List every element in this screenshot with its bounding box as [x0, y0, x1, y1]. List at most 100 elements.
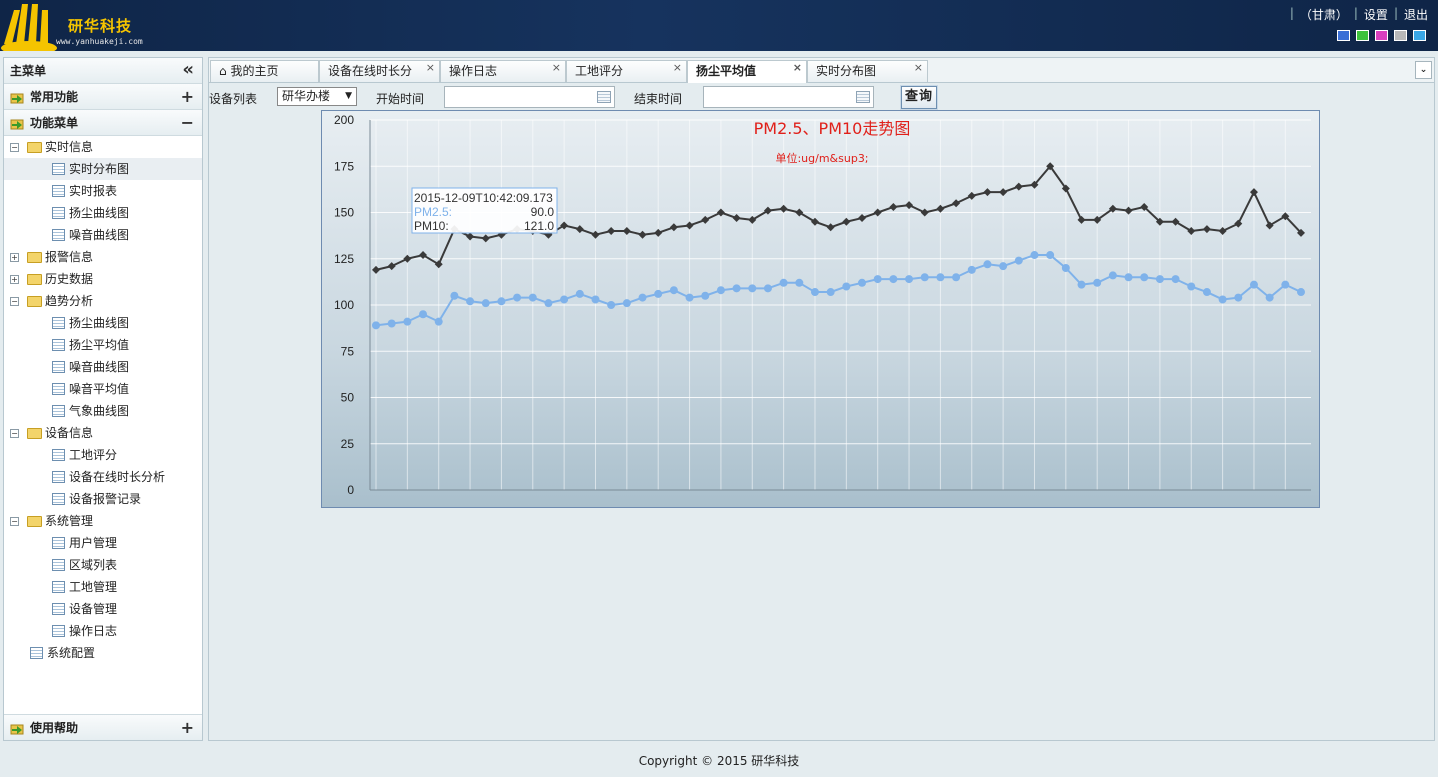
- data-point-pm25[interactable]: [481, 299, 490, 308]
- data-point-pm25[interactable]: [716, 286, 725, 295]
- data-point-pm25[interactable]: [936, 273, 945, 282]
- data-point-pm10[interactable]: [575, 225, 584, 234]
- tree-item[interactable]: 扬尘曲线图: [52, 312, 129, 334]
- data-point-pm10[interactable]: [387, 262, 396, 271]
- data-point-pm25[interactable]: [1187, 282, 1196, 291]
- calendar-icon[interactable]: [597, 91, 611, 103]
- section-functions[interactable]: 功能菜单 −: [4, 110, 202, 136]
- data-point-pm25[interactable]: [952, 273, 961, 282]
- data-point-pm25[interactable]: [1124, 273, 1133, 282]
- tab-6[interactable]: 实时分布图 ×: [807, 60, 928, 82]
- tree-collapse-icon[interactable]: −: [10, 296, 19, 306]
- data-point-pm10[interactable]: [999, 188, 1008, 197]
- tab-2[interactable]: 设备在线时长分 ×: [319, 60, 440, 82]
- tree-expand-icon[interactable]: +: [10, 274, 19, 284]
- region-link[interactable]: （甘肃）: [1300, 6, 1348, 23]
- tab-5[interactable]: 扬尘平均值 ×: [687, 60, 807, 83]
- data-point-pm25[interactable]: [513, 293, 522, 302]
- close-tab-icon[interactable]: ×: [793, 58, 802, 78]
- data-point-pm10[interactable]: [905, 201, 914, 210]
- tab-list-menu-button[interactable]: ⌄: [1415, 61, 1432, 79]
- calendar-icon[interactable]: [856, 91, 870, 103]
- data-point-pm25[interactable]: [1234, 293, 1243, 302]
- data-point-pm25[interactable]: [387, 319, 396, 328]
- data-point-pm25[interactable]: [967, 265, 976, 274]
- data-point-pm25[interactable]: [732, 284, 741, 293]
- tree-item[interactable]: 噪音曲线图: [52, 224, 129, 246]
- data-point-pm10[interactable]: [858, 214, 867, 223]
- data-point-pm10[interactable]: [403, 254, 412, 263]
- data-point-pm25[interactable]: [795, 278, 804, 287]
- data-point-pm10[interactable]: [779, 204, 788, 213]
- section-common[interactable]: 常用功能 +: [4, 84, 202, 110]
- tree-item[interactable]: 扬尘平均值: [52, 334, 129, 356]
- data-point-pm25[interactable]: [920, 273, 929, 282]
- data-point-pm25[interactable]: [763, 284, 772, 293]
- tree-item[interactable]: 扬尘曲线图: [52, 202, 129, 224]
- data-point-pm10[interactable]: [669, 223, 678, 232]
- skin-swatch-pink[interactable]: [1375, 30, 1388, 41]
- data-point-pm10[interactable]: [936, 204, 945, 213]
- data-point-pm10[interactable]: [967, 191, 976, 200]
- settings-link[interactable]: 设置: [1364, 6, 1388, 23]
- data-point-pm25[interactable]: [654, 289, 663, 298]
- tree-collapse-icon[interactable]: −: [10, 428, 19, 438]
- data-point-pm25[interactable]: [372, 321, 380, 330]
- data-point-pm25[interactable]: [528, 293, 537, 302]
- data-point-pm25[interactable]: [905, 275, 914, 284]
- tree-folder[interactable]: − 实时信息: [10, 136, 93, 158]
- data-point-pm25[interactable]: [669, 286, 678, 295]
- tree-item[interactable]: 噪音曲线图: [52, 356, 129, 378]
- skin-swatch-gray[interactable]: [1394, 30, 1407, 41]
- data-point-pm25[interactable]: [419, 310, 428, 319]
- data-point-pm25[interactable]: [999, 262, 1008, 271]
- data-point-pm10[interactable]: [826, 223, 835, 232]
- tree-collapse-icon[interactable]: −: [10, 142, 19, 152]
- skin-swatch-cyan[interactable]: [1413, 30, 1426, 41]
- data-point-pm25[interactable]: [1265, 293, 1274, 302]
- data-point-pm10[interactable]: [591, 230, 600, 239]
- data-point-pm25[interactable]: [591, 295, 600, 304]
- skin-swatch-green[interactable]: [1356, 30, 1369, 41]
- tree-expand-icon[interactable]: +: [10, 252, 19, 262]
- expand-icon[interactable]: +: [181, 87, 194, 106]
- data-point-pm25[interactable]: [701, 291, 710, 300]
- tree-folder[interactable]: − 趋势分析: [10, 290, 93, 312]
- data-point-pm25[interactable]: [466, 297, 475, 306]
- logout-link[interactable]: 退出: [1404, 6, 1428, 23]
- data-point-pm10[interactable]: [1077, 215, 1086, 224]
- tab-1[interactable]: ⌂ 我的主页: [210, 60, 319, 82]
- tree-folder[interactable]: + 报警信息: [10, 246, 93, 268]
- data-point-pm25[interactable]: [450, 291, 459, 300]
- query-button[interactable]: 查询: [900, 85, 938, 110]
- data-point-pm10[interactable]: [1218, 227, 1227, 235]
- data-point-pm25[interactable]: [403, 317, 412, 326]
- tree-item[interactable]: 设备在线时长分析: [52, 466, 165, 488]
- data-point-pm10[interactable]: [607, 227, 616, 235]
- data-point-pm25[interactable]: [1218, 295, 1227, 304]
- data-point-pm25[interactable]: [810, 288, 819, 297]
- tree-item[interactable]: 设备报警记录: [52, 488, 141, 510]
- data-point-pm25[interactable]: [858, 278, 867, 287]
- data-point-pm10[interactable]: [873, 208, 882, 217]
- data-point-pm10[interactable]: [842, 217, 851, 226]
- data-point-pm25[interactable]: [544, 299, 553, 308]
- close-tab-icon[interactable]: ×: [552, 58, 561, 78]
- data-point-pm10[interactable]: [1234, 219, 1243, 228]
- tab-4[interactable]: 工地评分 ×: [566, 60, 687, 82]
- data-point-pm10[interactable]: [983, 188, 992, 197]
- data-point-pm10[interactable]: [654, 228, 663, 237]
- tree-item[interactable]: 噪音平均值: [52, 378, 129, 400]
- tree-item[interactable]: 实时分布图: [4, 158, 202, 180]
- end-time-input[interactable]: [703, 86, 874, 108]
- tree-item[interactable]: 操作日志: [52, 620, 117, 642]
- skin-swatch-blue[interactable]: [1337, 30, 1350, 41]
- data-point-pm10[interactable]: [622, 227, 631, 235]
- data-point-pm25[interactable]: [607, 301, 616, 309]
- tab-3[interactable]: 操作日志 ×: [440, 60, 566, 82]
- data-point-pm25[interactable]: [1249, 280, 1258, 289]
- data-point-pm25[interactable]: [1155, 275, 1164, 284]
- data-point-pm10[interactable]: [685, 221, 694, 230]
- data-point-pm25[interactable]: [1171, 275, 1180, 284]
- data-point-pm25[interactable]: [842, 282, 851, 291]
